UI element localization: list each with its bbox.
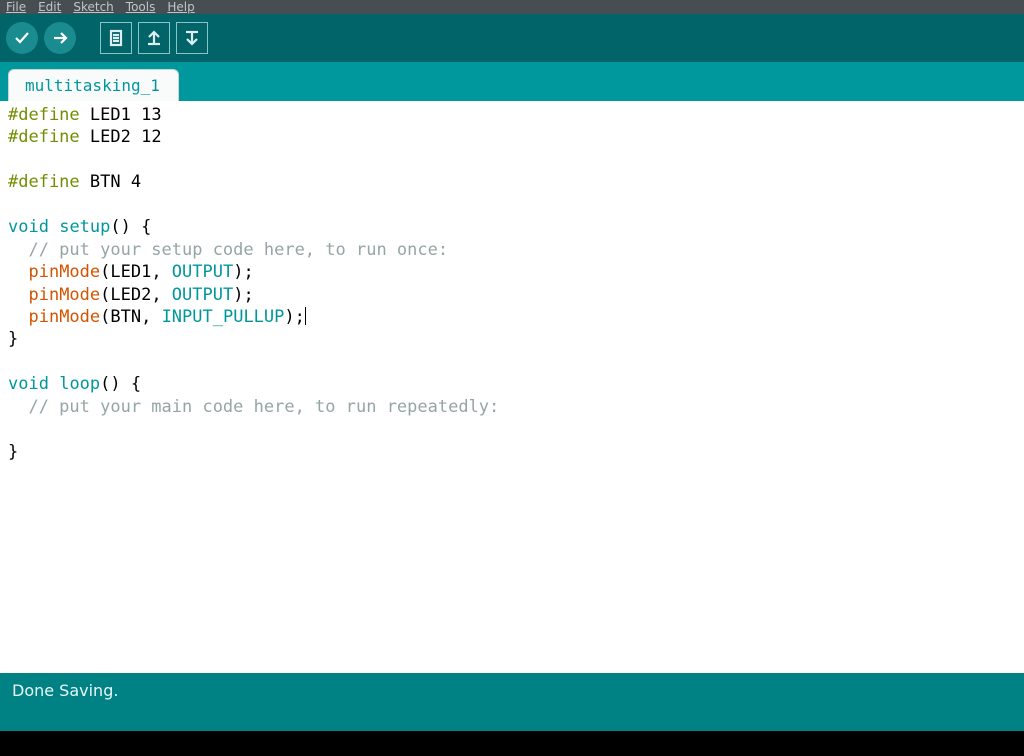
tok: pinMode xyxy=(28,307,100,327)
menu-help[interactable]: Help xyxy=(167,0,194,14)
status-text: Done Saving. xyxy=(12,681,118,700)
menu-tools[interactable]: Tools xyxy=(126,0,156,14)
menu-bar: File Edit Sketch Tools Help xyxy=(0,0,1024,14)
menu-edit[interactable]: Edit xyxy=(38,0,61,14)
tok: ); xyxy=(233,285,253,305)
save-down-arrow-icon xyxy=(183,29,201,47)
tok: ); xyxy=(233,262,253,282)
tok: INPUT_PULLUP xyxy=(162,307,285,327)
tok: pinMode xyxy=(28,262,100,282)
code-editor[interactable]: #define LED1 13 #define LED2 12 #define … xyxy=(0,101,1024,673)
tok: #define xyxy=(8,172,80,192)
tok: // put your main code here, to run repea… xyxy=(8,397,499,417)
tok: OUTPUT xyxy=(172,285,233,305)
tok: // put your setup code here, to run once… xyxy=(8,240,448,260)
sketch-tab[interactable]: multitasking_1 xyxy=(8,69,179,101)
text-cursor xyxy=(305,307,307,325)
upload-button[interactable] xyxy=(44,22,76,54)
tok: (BTN, xyxy=(100,307,161,327)
check-icon xyxy=(13,29,31,47)
new-button[interactable] xyxy=(100,22,132,54)
console-area xyxy=(0,731,1024,756)
tok: #define xyxy=(8,127,80,147)
tok: LED1 13 xyxy=(90,105,162,125)
status-bar: Done Saving. xyxy=(0,673,1024,731)
verify-button[interactable] xyxy=(6,22,38,54)
new-file-icon xyxy=(107,29,125,47)
tok: () { xyxy=(110,217,151,237)
tok: void xyxy=(8,217,49,237)
tok: loop xyxy=(59,374,100,394)
tok: OUTPUT xyxy=(172,262,233,282)
open-button[interactable] xyxy=(138,22,170,54)
tok: } xyxy=(8,329,18,349)
open-up-arrow-icon xyxy=(145,29,163,47)
tok: (LED2, xyxy=(100,285,172,305)
tok: BTN 4 xyxy=(90,172,141,192)
tok: (LED1, xyxy=(100,262,172,282)
tok: ); xyxy=(284,307,304,327)
arrow-right-icon xyxy=(51,29,69,47)
tok: pinMode xyxy=(28,285,100,305)
save-button[interactable] xyxy=(176,22,208,54)
tok: #define xyxy=(8,105,80,125)
toolbar xyxy=(0,14,1024,62)
tok: LED2 12 xyxy=(90,127,162,147)
menu-file[interactable]: File xyxy=(6,0,26,14)
tok: () { xyxy=(100,374,141,394)
tok: } xyxy=(8,442,18,462)
menu-sketch[interactable]: Sketch xyxy=(73,0,113,14)
tok: setup xyxy=(59,217,110,237)
tok: void xyxy=(8,374,49,394)
tab-bar: multitasking_1 xyxy=(0,62,1024,101)
